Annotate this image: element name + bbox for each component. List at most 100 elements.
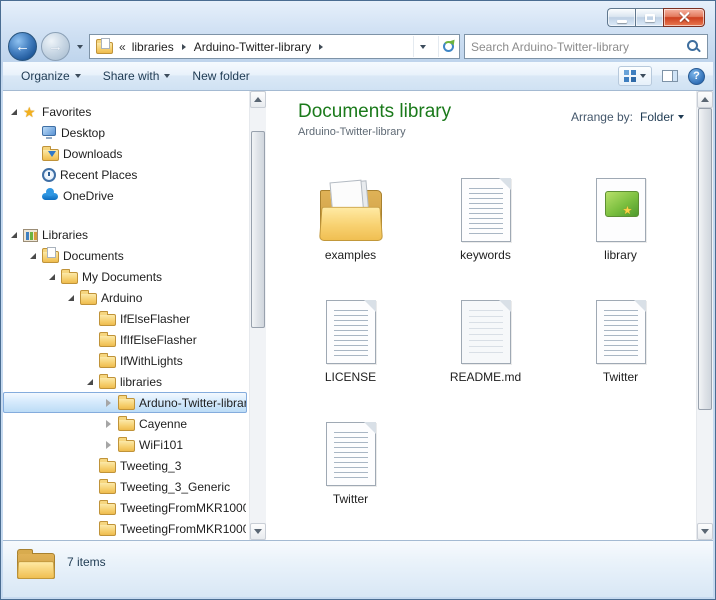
expanded-arrow-icon[interactable] bbox=[8, 109, 19, 115]
toolbar-organize-button[interactable]: Organize bbox=[11, 65, 91, 87]
tree-item-label: OneDrive bbox=[63, 188, 114, 203]
maximize-button[interactable] bbox=[635, 8, 663, 27]
breadcrumb-overflow[interactable]: « bbox=[119, 40, 126, 54]
file-item-examples[interactable]: examples bbox=[284, 164, 417, 276]
tree-item-wifi101[interactable]: WiFi101 bbox=[3, 434, 247, 455]
navigation-pane: Favorites Desktop Downloads Recent Places On… bbox=[3, 91, 249, 540]
tree-item-my-documents[interactable]: My Documents bbox=[3, 266, 247, 287]
scrollbar-thumb[interactable] bbox=[698, 108, 712, 410]
tree-item-desktop[interactable]: Desktop bbox=[3, 122, 247, 143]
folder-icon bbox=[99, 500, 116, 515]
address-dropdown-button[interactable] bbox=[413, 36, 432, 57]
library-header-text: Documents library Arduino-Twitter-librar… bbox=[298, 101, 451, 138]
tree-item-favorites[interactable]: Favorites bbox=[3, 101, 247, 122]
file-icon-wrap bbox=[595, 286, 646, 364]
navigation-bar: « libraries Arduino-Twitter-library bbox=[1, 31, 715, 62]
tree-item-ififelseflasher[interactable]: IfIfElseFlasher bbox=[3, 329, 247, 350]
breadcrumb-item-arduino-twitter-library[interactable]: Arduino-Twitter-library bbox=[194, 40, 311, 54]
collapsed-arrow-icon[interactable] bbox=[103, 420, 114, 428]
search-icon[interactable] bbox=[687, 39, 701, 54]
file-grid: examples keywords library LICENSE README.md T… bbox=[284, 164, 696, 530]
tree-item-label: libraries bbox=[120, 374, 163, 389]
help-button[interactable] bbox=[688, 67, 705, 85]
file-item-label: Twitter bbox=[332, 492, 369, 506]
toolbar-commands: Organize Share with New folder bbox=[11, 65, 260, 87]
tree-item-label: Documents bbox=[63, 248, 124, 263]
image-file-icon bbox=[595, 178, 646, 242]
tree-item-documents[interactable]: Documents bbox=[3, 245, 247, 266]
text-file-icon bbox=[325, 422, 376, 486]
back-button[interactable] bbox=[8, 32, 37, 61]
library-header: Documents library Arduino-Twitter-librar… bbox=[298, 101, 684, 138]
breadcrumb-chevron-icon[interactable] bbox=[181, 43, 186, 50]
scrollbar-thumb[interactable] bbox=[251, 131, 265, 328]
folder-icon bbox=[99, 374, 116, 389]
tree-item-label: IfElseFlasher bbox=[120, 311, 191, 326]
file-item-license[interactable]: LICENSE bbox=[284, 286, 417, 398]
content-area: Favorites Desktop Downloads Recent Places On… bbox=[3, 91, 713, 540]
file-item-twitter[interactable]: Twitter bbox=[554, 286, 687, 398]
tree-item-label: Favorites bbox=[42, 104, 92, 119]
toolbar-new-folder-button[interactable]: New folder bbox=[182, 65, 259, 87]
arrange-by-dropdown[interactable]: Folder bbox=[640, 110, 684, 124]
content-scrollbar[interactable] bbox=[696, 91, 713, 540]
breadcrumb-chevron-icon[interactable] bbox=[319, 43, 324, 50]
tree-item-tweeting-3-generic[interactable]: Tweeting_3_Generic bbox=[3, 476, 247, 497]
tree-item-downloads[interactable]: Downloads bbox=[3, 143, 247, 164]
titlebar[interactable] bbox=[1, 1, 715, 31]
close-button[interactable] bbox=[663, 8, 705, 27]
search-input[interactable] bbox=[471, 39, 687, 54]
file-item-library[interactable]: library bbox=[554, 164, 687, 276]
tree-item-recent-places[interactable]: Recent Places bbox=[3, 164, 247, 185]
tree-item-tweeting-3[interactable]: Tweeting_3 bbox=[3, 455, 247, 476]
file-icon-wrap bbox=[460, 286, 511, 364]
toolbar-share-with-button[interactable]: Share with bbox=[93, 65, 181, 87]
preview-pane-button[interactable] bbox=[662, 70, 678, 82]
file-item-readme-md[interactable]: README.md bbox=[419, 286, 552, 398]
expanded-arrow-icon[interactable] bbox=[46, 274, 57, 280]
tree-item-arduno-twitter-library[interactable]: Arduno-Twitter-library bbox=[3, 392, 247, 413]
file-item-label: Twitter bbox=[602, 370, 639, 384]
location-icon bbox=[96, 38, 113, 54]
expanded-arrow-icon[interactable] bbox=[27, 253, 38, 259]
collapsed-arrow-icon[interactable] bbox=[103, 441, 114, 449]
tree-item-label: Arduino bbox=[101, 290, 143, 305]
tree-item-libraries[interactable]: Libraries bbox=[3, 224, 247, 245]
tree-item-tweetingfrommkr1000-2[interactable]: TweetingFromMKR1000_2 bbox=[3, 518, 247, 539]
file-item-twitter[interactable]: Twitter bbox=[284, 408, 417, 520]
change-view-button[interactable] bbox=[618, 66, 652, 86]
tree-item-ifelseflasher[interactable]: IfElseFlasher bbox=[3, 308, 247, 329]
tree-item-label: IfIfElseFlasher bbox=[120, 332, 197, 347]
arrange-by: Arrange by: Folder bbox=[571, 110, 684, 124]
onedrive-icon bbox=[42, 188, 59, 202]
command-bar: Organize Share with New folder bbox=[3, 62, 713, 91]
refresh-button[interactable] bbox=[438, 36, 457, 57]
folder-icon bbox=[99, 521, 116, 536]
address-bar[interactable]: « libraries Arduino-Twitter-library bbox=[89, 34, 460, 59]
expanded-arrow-icon[interactable] bbox=[65, 295, 76, 301]
tree-item-arduino[interactable]: Arduino bbox=[3, 287, 247, 308]
file-item-keywords[interactable]: keywords bbox=[419, 164, 552, 276]
tree-item-onedrive[interactable]: OneDrive bbox=[3, 185, 247, 206]
scroll-up-button[interactable] bbox=[697, 91, 713, 108]
tree-item-tweetingfrommkr1000[interactable]: TweetingFromMKR1000 bbox=[3, 497, 247, 518]
tree-item-libraries[interactable]: libraries bbox=[3, 371, 247, 392]
recent-pages-dropdown[interactable] bbox=[74, 32, 85, 61]
scroll-down-button[interactable] bbox=[697, 523, 713, 540]
sidebar-scrollbar[interactable] bbox=[249, 91, 266, 540]
expanded-arrow-icon[interactable] bbox=[8, 232, 19, 238]
desktop-icon bbox=[42, 126, 57, 139]
scroll-up-button[interactable] bbox=[250, 91, 266, 108]
tree-item-cayenne[interactable]: Cayenne bbox=[3, 413, 247, 434]
close-icon bbox=[678, 11, 691, 24]
scroll-down-button[interactable] bbox=[250, 523, 266, 540]
collapsed-arrow-icon[interactable] bbox=[103, 399, 114, 407]
text-file-icon bbox=[325, 300, 376, 364]
folder-icon bbox=[61, 269, 78, 284]
forward-button[interactable] bbox=[41, 32, 70, 61]
tree-item-label: Libraries bbox=[42, 227, 89, 242]
minimize-button[interactable] bbox=[607, 8, 635, 27]
tree-item-ifwithlights[interactable]: IfWithLights bbox=[3, 350, 247, 371]
expanded-arrow-icon[interactable] bbox=[84, 379, 95, 385]
breadcrumb-item-libraries[interactable]: libraries bbox=[132, 40, 174, 54]
